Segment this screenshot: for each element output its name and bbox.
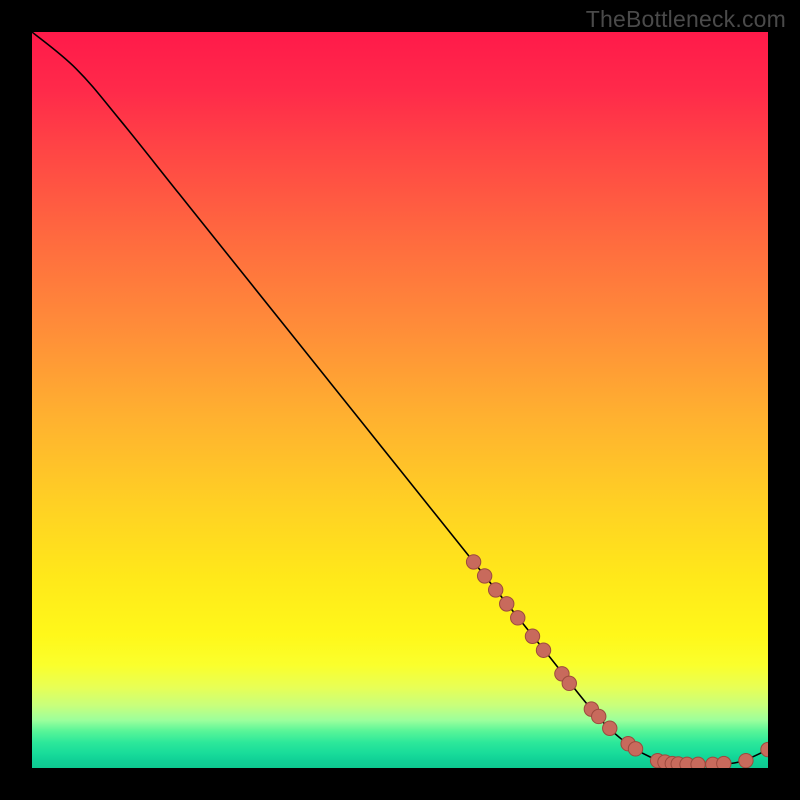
data-marker xyxy=(717,756,731,768)
data-marker xyxy=(466,555,480,569)
data-marker xyxy=(477,569,491,583)
data-marker xyxy=(691,757,705,768)
data-marker xyxy=(562,676,576,690)
data-marker xyxy=(603,721,617,735)
data-marker xyxy=(592,709,606,723)
data-marker xyxy=(536,643,550,657)
watermark-text: TheBottleneck.com xyxy=(586,6,786,33)
data-marker xyxy=(500,597,514,611)
bottleneck-curve xyxy=(32,32,768,765)
chart-svg xyxy=(32,32,768,768)
data-marker xyxy=(628,742,642,756)
data-marker xyxy=(488,583,502,597)
data-marker xyxy=(739,753,753,767)
data-marker xyxy=(511,611,525,625)
data-marker xyxy=(761,742,768,756)
chart-stage: TheBottleneck.com xyxy=(0,0,800,800)
data-marker xyxy=(525,629,539,643)
plot-area xyxy=(32,32,768,768)
